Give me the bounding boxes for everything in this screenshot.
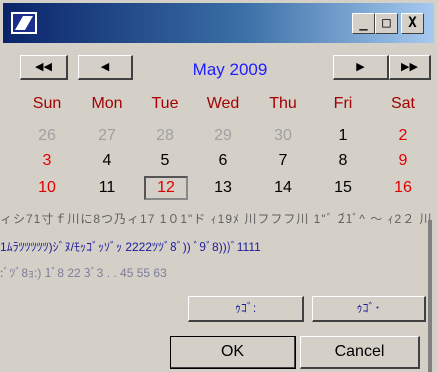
next-month-button[interactable]: ▶ xyxy=(333,55,389,80)
maximize-button[interactable]: □ xyxy=(375,13,398,34)
day-cell[interactable]: 15 xyxy=(314,176,372,200)
garbled-text: :ﾞﾂﾞ8ｮ:) 1ﾞ8 22 3ﾞ3 . . 45 55 63 xyxy=(0,266,167,280)
date-picker-window: _ □ X ◀◀ ◀ May 2009 ▶ ▶▶ Sun Mon Tue Wed… xyxy=(0,0,437,372)
garbled-text: 1ﾑﾗﾂﾂﾂﾂﾂ)ｼﾞﾇ/ﾓｯｺﾞｯｿﾞｯ 2222ﾂﾂﾞ8ﾞ)) ﾞ9ﾞ8))… xyxy=(0,240,261,254)
corrupted-row-3: :ﾞﾂﾞ8ｮ:) 1ﾞ8 22 3ﾞ3 . . 45 55 63 xyxy=(0,262,437,282)
week-row-2: 3 4 5 6 7 8 9 xyxy=(18,149,428,175)
day-cell[interactable]: 27 xyxy=(78,124,136,148)
minimize-button[interactable]: _ xyxy=(352,13,375,34)
day-cell[interactable]: 16 xyxy=(374,176,432,200)
week-row-1: 26 27 28 29 30 1 2 xyxy=(18,124,428,150)
day-cell[interactable]: 10 xyxy=(18,176,76,200)
double-arrow-left-icon: ◀◀ xyxy=(35,60,52,73)
clear-label: ｩｺﾞ･ xyxy=(356,301,381,315)
day-cell[interactable]: 4 xyxy=(78,149,136,173)
day-cell[interactable]: 30 xyxy=(254,124,312,148)
day-cell[interactable]: 13 xyxy=(194,176,252,200)
weekday-header-row: Sun Mon Tue Wed Thu Fri Sat xyxy=(18,92,428,118)
week-row-3: 10 11 12 13 14 15 16 xyxy=(18,176,428,202)
month-year-title: May 2009 xyxy=(192,60,268,79)
day-cell[interactable]: 28 xyxy=(136,124,194,148)
clear-button[interactable]: ｩｺﾞ･ xyxy=(312,296,426,322)
day-cell[interactable]: 3 xyxy=(18,149,76,173)
day-cell[interactable]: 11 xyxy=(78,176,136,200)
ok-button[interactable]: OK xyxy=(170,336,296,369)
day-cell[interactable]: 7 xyxy=(254,149,312,173)
day-cell-selected[interactable]: 12 xyxy=(144,176,188,200)
day-cell[interactable]: 5 xyxy=(136,149,194,173)
day-cell[interactable]: 8 xyxy=(314,149,372,173)
corrupted-row-1: ィシ71寸ｆ川に8つ乃ィ17 1０1"ド ｨ19ﾒ 川フフフ川 1"ﾞ 2゙1ﾞ… xyxy=(0,208,437,228)
app-icon xyxy=(11,12,37,34)
prev-month-button[interactable]: ◀ xyxy=(78,55,133,80)
today-label: ｩｺﾞ: xyxy=(234,301,257,315)
weekday-sun: Sun xyxy=(32,95,62,112)
day-cell[interactable]: 9 xyxy=(374,149,432,173)
weekday-thu: Thu xyxy=(269,95,297,112)
day-cell[interactable]: 14 xyxy=(254,176,312,200)
close-button[interactable]: X xyxy=(401,13,424,34)
weekday-mon: Mon xyxy=(91,95,123,112)
double-arrow-right-icon: ▶▶ xyxy=(401,60,418,73)
title-bar[interactable]: _ □ X xyxy=(3,3,434,43)
today-button[interactable]: ｩｺﾞ: xyxy=(188,296,304,322)
day-cell[interactable]: 29 xyxy=(194,124,252,148)
arrow-right-icon: ▶ xyxy=(356,60,365,73)
weekday-sat: Sat xyxy=(390,95,415,112)
cancel-label: Cancel xyxy=(334,343,385,360)
weekday-fri: Fri xyxy=(333,95,353,112)
vertical-divider xyxy=(428,220,432,372)
day-cell[interactable]: 1 xyxy=(314,124,372,148)
weekday-tue: Tue xyxy=(151,95,179,112)
weekday-wed: Wed xyxy=(206,95,240,112)
ok-label: OK xyxy=(220,343,245,360)
day-cell[interactable]: 26 xyxy=(18,124,76,148)
day-cell[interactable]: 6 xyxy=(194,149,252,173)
next-year-button[interactable]: ▶▶ xyxy=(389,55,431,80)
arrow-left-icon: ◀ xyxy=(100,60,110,73)
prev-year-button[interactable]: ◀◀ xyxy=(20,55,68,80)
corrupted-row-2: 1ﾑﾗﾂﾂﾂﾂﾂ)ｼﾞﾇ/ﾓｯｺﾞｯｿﾞｯ 2222ﾂﾂﾞ8ﾞ)) ﾞ9ﾞ8))… xyxy=(0,236,437,256)
cancel-button[interactable]: Cancel xyxy=(300,336,420,369)
garbled-text: ィシ71寸ｆ川に8つ乃ィ17 1０1"ド ｨ19ﾒ 川フフフ川 1"ﾞ 2゙1ﾞ… xyxy=(0,212,437,226)
day-cell[interactable]: 2 xyxy=(374,124,432,148)
